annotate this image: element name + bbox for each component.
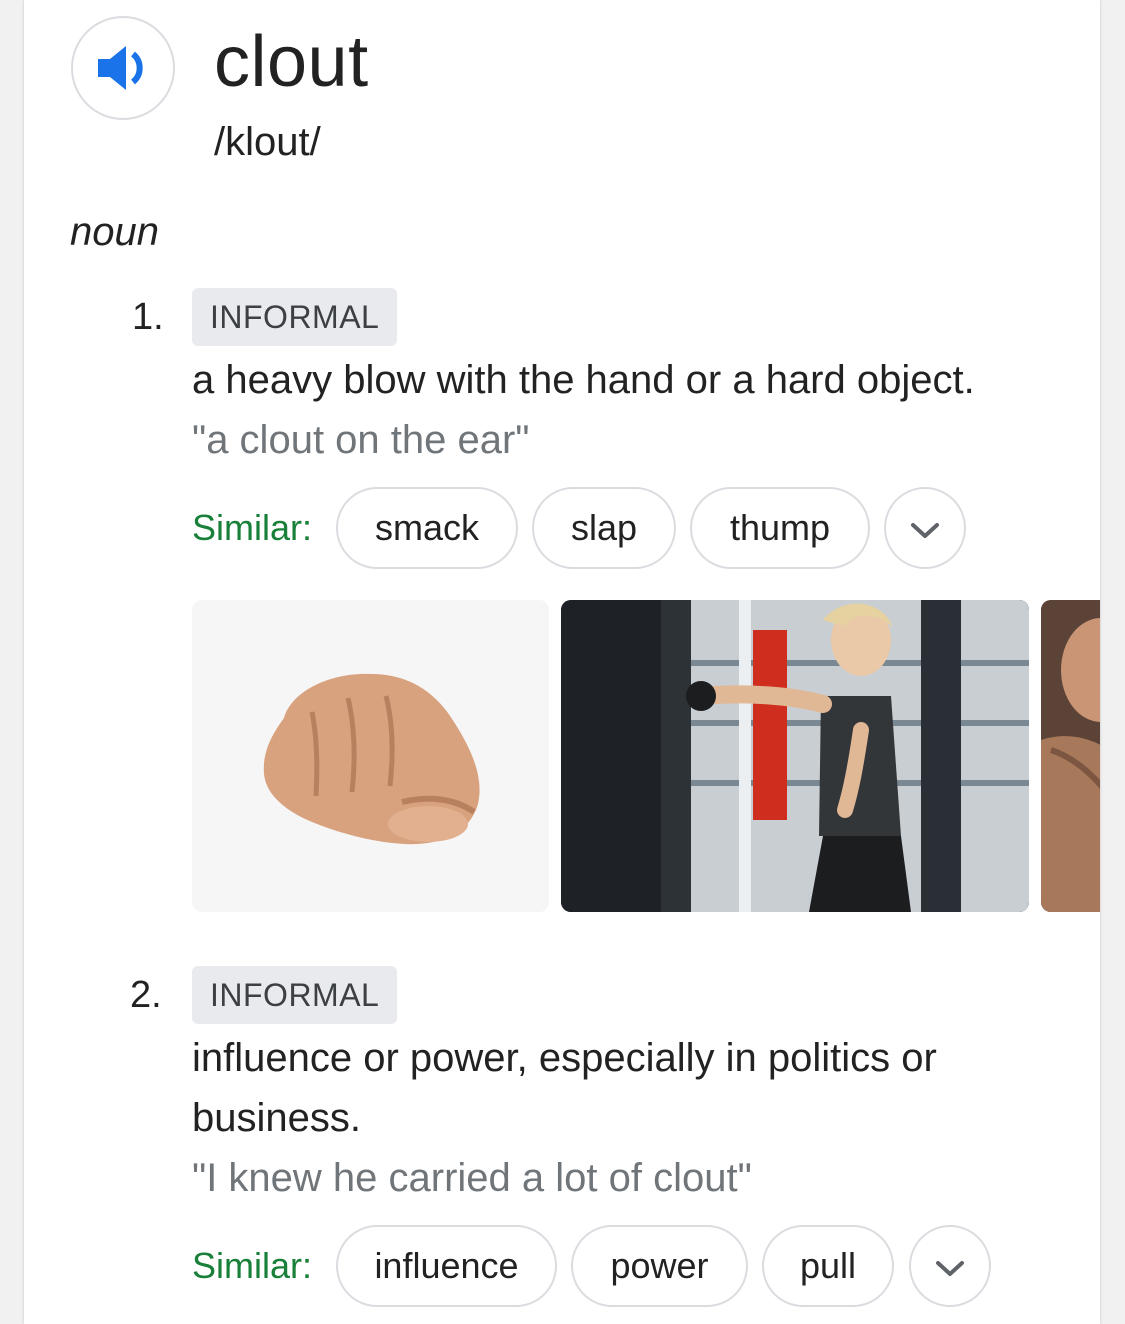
similar-chip-thump[interactable]: thump xyxy=(690,487,870,569)
similar-chip-influence[interactable]: influence xyxy=(336,1225,557,1307)
phonetic-spelling: /klout/ xyxy=(214,120,321,164)
more-similar-button[interactable] xyxy=(909,1225,991,1307)
more-similar-button[interactable] xyxy=(884,487,966,569)
similar-label: Similar: xyxy=(192,507,313,548)
similar-chip-pull[interactable]: pull xyxy=(762,1225,894,1307)
register-label: INFORMAL xyxy=(192,288,398,346)
image-boxing-gym[interactable] xyxy=(561,600,1029,912)
part-of-speech: noun xyxy=(70,210,159,254)
register-label: INFORMAL xyxy=(192,966,398,1024)
similar-chip-smack[interactable]: smack xyxy=(336,487,518,569)
dictionary-card: clout /klout/ noun 1. INFORMAL a heavy b… xyxy=(24,0,1100,1324)
similar-chip-power[interactable]: power xyxy=(571,1225,748,1307)
speaker-volume-icon xyxy=(96,44,150,92)
image-fist[interactable] xyxy=(192,600,549,912)
definition-text: influence or power, especially in politi… xyxy=(192,1036,937,1140)
sense-number: 1. xyxy=(132,296,164,338)
example-sentence: "a clout on the ear" xyxy=(192,418,530,462)
headword: clout xyxy=(214,22,369,102)
sense-number: 2. xyxy=(130,974,162,1016)
example-sentence: "I knew he carried a lot of clout" xyxy=(192,1156,752,1200)
chevron-down-icon xyxy=(910,489,940,567)
pronounce-audio-button[interactable] xyxy=(71,16,175,120)
similar-label: Similar: xyxy=(192,1245,313,1286)
similar-chip-slap[interactable]: slap xyxy=(532,487,676,569)
image-boxer[interactable] xyxy=(1041,600,1100,912)
definition-text: a heavy blow with the hand or a hard obj… xyxy=(192,358,975,402)
chevron-down-icon xyxy=(935,1227,965,1305)
